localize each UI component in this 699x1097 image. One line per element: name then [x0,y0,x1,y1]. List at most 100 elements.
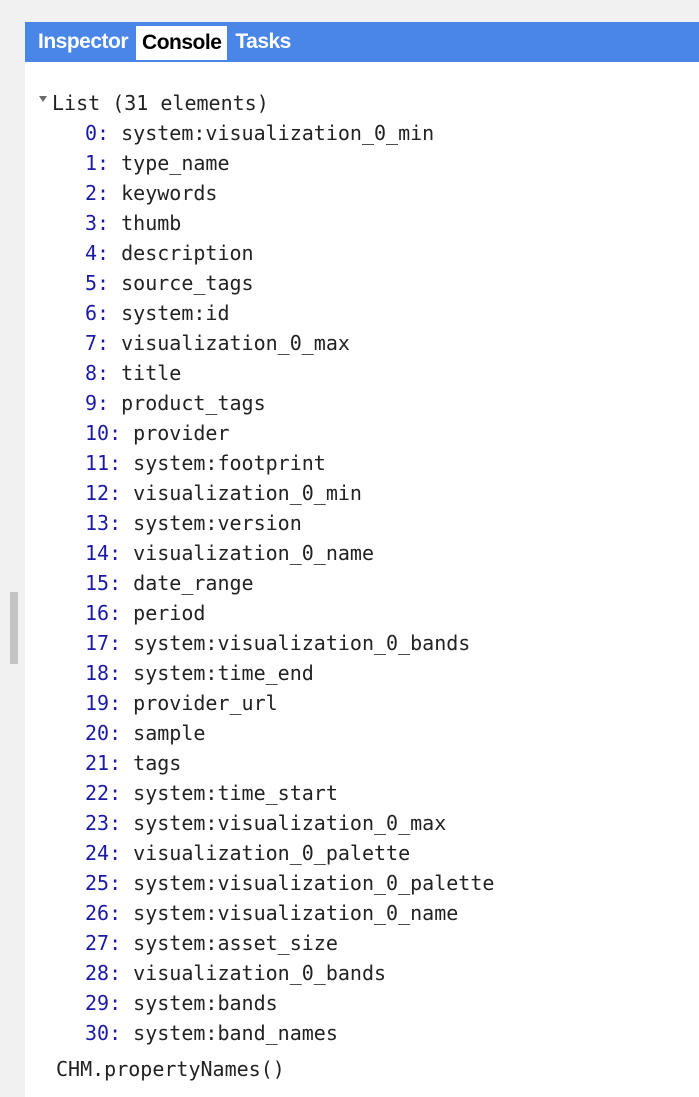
list-item: 6: system:id [85,298,494,328]
list-item: 28: visualization_0_bands [85,958,494,988]
list-item-index: 19: [85,691,122,715]
list-item-index: 30: [85,1021,122,1045]
list-item-index: 12: [85,481,122,505]
list-item: 0: system:visualization_0_min [85,118,494,148]
list-item-index: 6: [85,301,110,325]
list-item: 24: visualization_0_palette [85,838,494,868]
list-item: 18: system:time_end [85,658,494,688]
list-item-value: system:time_start [133,781,338,805]
list-item: 27: system:asset_size [85,928,494,958]
list-item: 16: period [85,598,494,628]
list-item-value: tags [133,751,182,775]
list-item-value: date_range [133,571,254,595]
list-item-index: 18: [85,661,122,685]
list-item-index: 13: [85,511,122,535]
list-item: 8: title [85,358,494,388]
list-item-value: type_name [121,151,230,175]
list-item-index: 5: [85,271,110,295]
list-item: 21: tags [85,748,494,778]
list-item-value: visualization_0_max [121,331,350,355]
list-item-index: 25: [85,871,122,895]
list-item-index: 24: [85,841,122,865]
list-item-index: 21: [85,751,122,775]
list-item-index: 29: [85,991,122,1015]
list-item-index: 4: [85,241,110,265]
list-item-value: system:bands [133,991,278,1015]
list-item-index: 3: [85,211,110,235]
list-item-index: 7: [85,331,110,355]
list-item-index: 8: [85,361,110,385]
list-item-value: system:visualization_0_palette [133,871,495,895]
list-item-value: description [121,241,254,265]
list-header[interactable]: List (31 elements) [39,88,269,118]
tab-tasks[interactable]: Tasks [229,22,297,62]
list-item-index: 16: [85,601,122,625]
list-item: 12: visualization_0_min [85,478,494,508]
list-item: 17: system:visualization_0_bands [85,628,494,658]
list-item: 3: thumb [85,208,494,238]
list-item: 26: system:visualization_0_name [85,898,494,928]
list-item-index: 1: [85,151,110,175]
left-gutter [0,22,25,1097]
list-item-value: sample [133,721,206,745]
list-item-index: 27: [85,931,122,955]
list-item-value: provider_url [133,691,278,715]
console-command: CHM.propertyNames() [56,1057,285,1081]
list-item: 29: system:bands [85,988,494,1018]
list-item-value: source_tags [121,271,254,295]
list-item: 2: keywords [85,178,494,208]
property-list: 0: system:visualization_0_min 1: type_nam… [85,118,494,1048]
list-item: 22: system:time_start [85,778,494,808]
tab-console[interactable]: Console [136,26,228,60]
list-item: 5: source_tags [85,268,494,298]
list-item: 11: system:footprint [85,448,494,478]
list-item: 9: product_tags [85,388,494,418]
list-item-index: 2: [85,181,110,205]
triangle-down-icon[interactable] [39,96,47,102]
list-item: 20: sample [85,718,494,748]
list-item-index: 26: [85,901,122,925]
list-item-value: system:version [133,511,302,535]
list-item-value: system:visualization_0_max [133,811,447,835]
list-item: 10: provider [85,418,494,448]
list-item: 25: system:visualization_0_palette [85,868,494,898]
list-item-value: title [121,361,182,385]
list-item-value: system:band_names [133,1021,338,1045]
resize-handle-icon[interactable] [10,592,18,664]
list-item: 7: visualization_0_max [85,328,494,358]
list-item-value: visualization_0_min [133,481,362,505]
tab-bar: Inspector Console Tasks [25,22,699,62]
list-item-index: 23: [85,811,122,835]
earth-engine-console-panel: Inspector Console Tasks List (31 element… [0,0,699,1097]
list-item-value: visualization_0_bands [133,961,387,985]
list-item-index: 11: [85,451,122,475]
list-item-index: 20: [85,721,122,745]
tab-inspector[interactable]: Inspector [32,22,134,62]
list-item-index: 28: [85,961,122,985]
list-item-index: 15: [85,571,122,595]
list-item-value: system:visualization_0_name [133,901,459,925]
list-item: 4: description [85,238,494,268]
